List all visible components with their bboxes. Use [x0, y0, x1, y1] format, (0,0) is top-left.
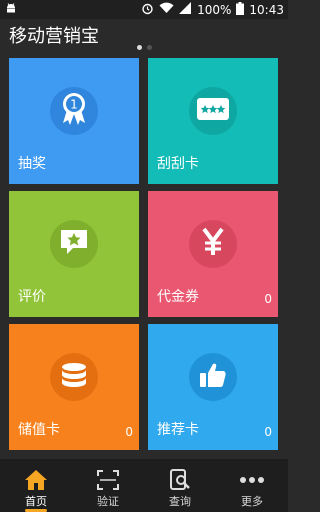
- tile-label: 评价: [18, 289, 46, 305]
- pager-indicator: [0, 45, 288, 51]
- nav-query[interactable]: 查询: [144, 459, 216, 512]
- scan-icon: [95, 469, 121, 491]
- review-star-icon: [59, 227, 89, 261]
- tile-review[interactable]: 评价: [9, 191, 139, 317]
- tile-icon-circle: [50, 353, 98, 401]
- tile-label: 抽奖: [18, 156, 46, 172]
- tile-icon-circle: [189, 87, 237, 135]
- wifi-icon: [159, 2, 174, 17]
- pager-dot-2[interactable]: [146, 45, 152, 50]
- more-icon: [239, 469, 265, 491]
- search-doc-icon: [167, 469, 193, 491]
- battery-icon: [236, 1, 245, 18]
- award-icon: 1: [59, 92, 89, 130]
- tile-voucher[interactable]: 代金券 0: [148, 191, 278, 317]
- tile-icon-circle: [189, 353, 237, 401]
- home-icon: [23, 469, 49, 491]
- signal-icon: [179, 2, 192, 17]
- tile-icon-circle: [189, 220, 237, 268]
- tile-lottery[interactable]: 1 抽奖: [9, 58, 139, 184]
- nav-more[interactable]: 更多: [216, 459, 288, 512]
- bottom-navigation: 首页 验证 查询 更多: [0, 459, 288, 512]
- svg-text:1: 1: [70, 98, 78, 112]
- scratch-card-icon: [196, 97, 230, 125]
- nav-label: 验证: [97, 495, 119, 508]
- pager-dot-1[interactable]: [136, 45, 142, 50]
- tile-label: 推荐卡: [157, 422, 199, 438]
- tile-referral-card[interactable]: 推荐卡 0: [148, 324, 278, 450]
- tile-count: 0: [125, 425, 133, 439]
- tile-label: 储值卡: [18, 422, 60, 438]
- nav-label: 查询: [169, 495, 191, 508]
- nav-label: 首页: [25, 495, 47, 508]
- yen-coupon-icon: [198, 227, 228, 261]
- tile-icon-circle: [50, 220, 98, 268]
- nav-verify[interactable]: 验证: [72, 459, 144, 512]
- thumbs-up-icon: [198, 360, 228, 394]
- tile-icon-circle: 1: [50, 87, 98, 135]
- status-bar: 100% 10:43: [0, 0, 288, 19]
- tile-scratch-card[interactable]: 刮刮卡: [148, 58, 278, 184]
- coin-stack-icon: [60, 361, 88, 393]
- nav-label: 更多: [241, 495, 263, 508]
- tile-count: 0: [264, 425, 272, 439]
- alarm-icon: [141, 2, 154, 18]
- tile-label: 代金券: [157, 289, 199, 305]
- tile-stored-value-card[interactable]: 储值卡 0: [9, 324, 139, 450]
- tile-count: 0: [264, 292, 272, 306]
- battery-percent: 100%: [197, 2, 232, 17]
- tile-label: 刮刮卡: [157, 156, 199, 172]
- android-icon: [4, 1, 18, 18]
- status-time: 10:43: [249, 2, 284, 17]
- nav-home[interactable]: 首页: [0, 459, 72, 512]
